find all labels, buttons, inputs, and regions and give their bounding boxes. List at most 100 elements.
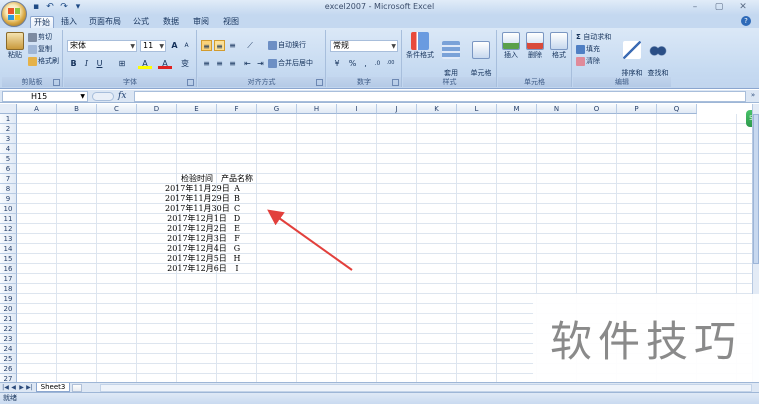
column-header-q[interactable]: Q xyxy=(657,104,697,114)
product-cell[interactable]: F xyxy=(205,234,269,244)
fill-color-button[interactable]: A xyxy=(138,58,152,69)
close-button[interactable]: ✕ xyxy=(731,1,755,13)
minimize-button[interactable]: – xyxy=(683,1,707,13)
tab-insert[interactable]: 插入 xyxy=(58,16,80,28)
row-header-25[interactable]: 25 xyxy=(0,354,17,364)
row-header-16[interactable]: 16 xyxy=(0,264,17,274)
insert-sheet-icon[interactable] xyxy=(72,384,82,392)
prev-sheet-icon[interactable]: ◀ xyxy=(10,383,17,392)
column-header-i[interactable]: I xyxy=(337,104,377,114)
bold-button[interactable]: B xyxy=(68,58,79,69)
insert-cells-button[interactable]: 插入 xyxy=(499,32,523,60)
fill-button[interactable]: 填充 xyxy=(576,44,600,55)
paste-button[interactable]: 粘贴 xyxy=(4,32,26,60)
first-sheet-icon[interactable]: |◀ xyxy=(2,383,9,392)
row-header-27[interactable]: 27 xyxy=(0,374,17,382)
underline-button[interactable]: U xyxy=(94,58,105,69)
product-cell[interactable]: G xyxy=(205,244,269,254)
product-cell[interactable]: H xyxy=(205,254,269,264)
next-sheet-icon[interactable]: ▶ xyxy=(18,383,25,392)
column-header-f[interactable]: F xyxy=(217,104,257,114)
product-cell[interactable]: D xyxy=(205,214,269,224)
row-header-13[interactable]: 13 xyxy=(0,234,17,244)
row-header-22[interactable]: 22 xyxy=(0,324,17,334)
row-header-18[interactable]: 18 xyxy=(0,284,17,294)
row-header-17[interactable]: 17 xyxy=(0,274,17,284)
product-cell[interactable]: C xyxy=(205,204,269,214)
shrink-font-button[interactable]: A xyxy=(181,40,192,51)
row-header-9[interactable]: 9 xyxy=(0,194,17,204)
row-header-11[interactable]: 11 xyxy=(0,214,17,224)
decrease-decimal-button[interactable]: .00 xyxy=(385,58,396,69)
horizontal-scrollbar[interactable] xyxy=(100,384,752,392)
column-header-g[interactable]: G xyxy=(257,104,297,114)
alignment-launcher-icon[interactable] xyxy=(316,79,323,86)
border-button[interactable]: ⊞ xyxy=(114,58,130,69)
chevron-down-icon[interactable]: ▼ xyxy=(80,92,85,101)
tab-formulas[interactable]: 公式 xyxy=(130,16,152,28)
column-header-o[interactable]: O xyxy=(577,104,617,114)
align-bottom-button[interactable]: ≡ xyxy=(227,40,238,51)
row-header-10[interactable]: 10 xyxy=(0,204,17,214)
column-header-d[interactable]: D xyxy=(137,104,177,114)
percent-button[interactable]: % xyxy=(347,58,358,69)
comma-button[interactable]: , xyxy=(360,58,371,69)
row-header-26[interactable]: 26 xyxy=(0,364,17,374)
column-header-n[interactable]: N xyxy=(537,104,577,114)
tab-view[interactable]: 视图 xyxy=(220,16,242,28)
increase-indent-button[interactable]: ⇥ xyxy=(255,58,266,69)
column-header-b[interactable]: B xyxy=(57,104,97,114)
row-header-20[interactable]: 20 xyxy=(0,304,17,314)
column-header-c[interactable]: C xyxy=(97,104,137,114)
row-header-4[interactable]: 4 xyxy=(0,144,17,154)
format-cells-button[interactable]: 格式 xyxy=(547,32,571,60)
column-header-k[interactable]: K xyxy=(417,104,457,114)
product-cell[interactable]: E xyxy=(205,224,269,234)
tab-review[interactable]: 审阅 xyxy=(190,16,212,28)
align-right-button[interactable]: ≡ xyxy=(227,58,238,69)
merge-center-button[interactable]: 合并后居中 xyxy=(268,58,313,69)
header-cell-product[interactable]: 产品名称 xyxy=(205,174,269,184)
font-launcher-icon[interactable] xyxy=(187,79,194,86)
column-header-m[interactable]: M xyxy=(497,104,537,114)
row-header-14[interactable]: 14 xyxy=(0,244,17,254)
expand-formula-bar-icon[interactable]: » xyxy=(748,91,758,102)
font-size-select[interactable]: 11 ▼ xyxy=(140,40,166,52)
column-header-e[interactable]: E xyxy=(177,104,217,114)
vertical-scroll-thumb[interactable] xyxy=(753,114,759,264)
insert-function-button[interactable]: fx xyxy=(118,91,132,102)
name-box[interactable]: H15 ▼ xyxy=(2,91,88,102)
align-left-button[interactable]: ≡ xyxy=(201,58,212,69)
row-header-24[interactable]: 24 xyxy=(0,344,17,354)
column-header-j[interactable]: J xyxy=(377,104,417,114)
row-header-15[interactable]: 15 xyxy=(0,254,17,264)
restore-button[interactable]: ▢ xyxy=(707,1,731,13)
row-header-6[interactable]: 6 xyxy=(0,164,17,174)
align-top-button[interactable]: ≡ xyxy=(201,40,212,51)
align-middle-button[interactable]: ≡ xyxy=(214,40,225,51)
clipboard-launcher-icon[interactable] xyxy=(53,79,60,86)
align-center-button[interactable]: ≡ xyxy=(214,58,225,69)
currency-button[interactable]: ¥ xyxy=(330,58,344,69)
select-all-corner[interactable] xyxy=(0,104,17,114)
phonetic-button[interactable]: 变 xyxy=(178,58,192,69)
delete-cells-button[interactable]: 删除 xyxy=(523,32,547,60)
row-header-3[interactable]: 3 xyxy=(0,134,17,144)
row-header-8[interactable]: 8 xyxy=(0,184,17,194)
tab-page-layout[interactable]: 页面布局 xyxy=(88,16,122,28)
wrap-text-button[interactable]: 自动换行 xyxy=(268,40,306,51)
row-header-7[interactable]: 7 xyxy=(0,174,17,184)
product-cell[interactable]: I xyxy=(205,264,269,274)
help-icon[interactable]: ? xyxy=(741,16,751,26)
italic-button[interactable]: I xyxy=(81,58,92,69)
column-header-h[interactable]: H xyxy=(297,104,337,114)
last-sheet-icon[interactable]: ▶| xyxy=(26,383,33,392)
tab-home[interactable]: 开始 xyxy=(30,16,54,28)
increase-decimal-button[interactable]: .0 xyxy=(372,58,383,69)
formula-input[interactable] xyxy=(134,91,746,102)
column-header-p[interactable]: P xyxy=(617,104,657,114)
column-header-a[interactable]: A xyxy=(17,104,57,114)
row-header-19[interactable]: 19 xyxy=(0,294,17,304)
sheet-tab-sheet3[interactable]: Sheet3 xyxy=(36,383,70,392)
number-format-select[interactable]: 常规 ▼ xyxy=(330,40,398,52)
